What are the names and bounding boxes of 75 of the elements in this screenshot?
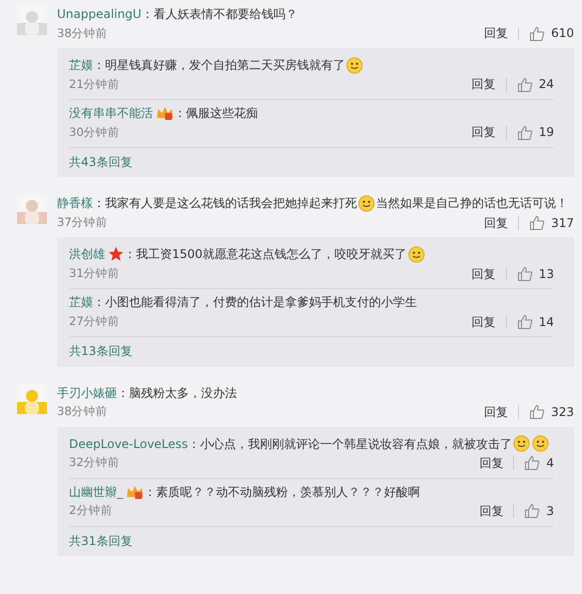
more-replies-link[interactable]: 共13条回复 <box>69 337 132 361</box>
thumbs-up-icon <box>529 214 546 231</box>
thumbs-up-icon <box>516 124 533 140</box>
reply-button[interactable]: 回复 <box>472 314 496 330</box>
like-button[interactable]: 24 <box>516 76 554 92</box>
thumbs-up-icon <box>516 266 533 282</box>
reply-button[interactable]: 回复 <box>479 504 504 518</box>
like-button[interactable]: 610 <box>529 26 574 42</box>
timestamp: 32分钟前 <box>69 456 120 470</box>
reply-button[interactable]: 回复 <box>484 26 508 41</box>
star-icon <box>108 246 124 262</box>
timestamp: 21分钟前 <box>69 78 120 92</box>
emoji-icon <box>408 246 425 263</box>
reply-button[interactable]: 回复 <box>472 77 496 92</box>
username-link[interactable]: DeepLove-LoveLess <box>69 436 188 451</box>
thumbs-up-icon <box>524 455 540 472</box>
username-link[interactable]: 没有串串不能活 <box>69 106 153 120</box>
colon-separator: ： <box>188 436 200 451</box>
username-link[interactable]: 芷嫫 <box>69 58 93 72</box>
reply-button[interactable]: 回复 <box>479 456 504 470</box>
thumbs-up-icon <box>516 314 533 330</box>
timestamp: 2分钟前 <box>69 504 112 518</box>
more-replies-link[interactable]: 共31条回复 <box>69 526 132 550</box>
reply-button[interactable]: 回复 <box>472 125 496 140</box>
comment-text: 我家有人要是这么花钱的话我会把她掉起来打死 <box>105 196 357 211</box>
username-link[interactable]: 手刃小婊砸 <box>57 386 117 400</box>
like-button[interactable]: 13 <box>516 266 554 282</box>
comment-text: 小心点，我刚刚就评论一个韩星说妆容有点娘，就被攻击了 <box>200 436 512 451</box>
comment-text: 我工资1500就愿意花这点钱怎么了，咬咬牙就买了 <box>136 247 407 262</box>
thumbs-up-icon <box>524 503 540 520</box>
emoji-icon <box>532 435 549 452</box>
like-button[interactable]: 3 <box>524 503 554 520</box>
username-link[interactable]: 洪创雄 <box>69 247 105 262</box>
comment-text: 佩服这些花痴 <box>186 106 258 120</box>
comment-text: 小图也能看得清了，付费的估计是拿爹妈手机支付的小学生 <box>105 295 417 310</box>
like-button[interactable]: 4 <box>524 455 554 472</box>
more-replies-link[interactable]: 共43条回复 <box>69 148 132 172</box>
reply-button[interactable]: 回复 <box>472 266 496 282</box>
comment-text: 看人妖表情不都要给钱吗？ <box>153 6 298 22</box>
username-link[interactable]: 山幽世辮_ <box>69 484 123 499</box>
emoji-icon <box>346 56 363 74</box>
colon-separator: ： <box>174 106 186 120</box>
timestamp: 38分钟前 <box>57 405 108 420</box>
username-link[interactable]: 静香樣 <box>57 196 93 211</box>
colon-separator: ： <box>93 295 105 310</box>
like-button[interactable]: 323 <box>529 404 574 420</box>
timestamp: 38分钟前 <box>57 26 108 40</box>
timestamp: 31分钟前 <box>69 266 120 281</box>
like-button[interactable]: 14 <box>516 314 554 330</box>
colon-separator: ： <box>117 386 129 400</box>
username-link[interactable]: 芷嫫 <box>69 295 93 310</box>
like-button[interactable]: 317 <box>529 214 574 231</box>
username-link[interactable]: UnappealingU <box>57 6 142 22</box>
comment-text: 明星钱真好赚，发个自拍第二天买房钱就有了 <box>105 58 345 72</box>
colon-separator: ： <box>93 196 105 211</box>
timestamp: 37分钟前 <box>57 216 108 230</box>
reply-button[interactable]: 回复 <box>484 405 508 420</box>
comment-text: 素质呢？？动不动脑残粉，羡慕别人？？？好酸啊 <box>156 484 420 499</box>
colon-separator: ： <box>124 247 136 262</box>
colon-separator: ： <box>144 484 156 499</box>
comment-text: 脑残粉太多，没办法 <box>129 386 237 400</box>
like-button[interactable]: 19 <box>516 124 554 140</box>
comment-text: 当然如果是自己挣的话也无话可说！ <box>376 196 568 211</box>
emoji-icon <box>512 435 530 452</box>
timestamp: 27分钟前 <box>69 314 120 329</box>
thumbs-up-icon <box>516 76 533 92</box>
crown-badge-icon <box>126 484 144 500</box>
reply-button[interactable]: 回复 <box>484 216 508 230</box>
thumbs-up-icon <box>529 404 546 420</box>
timestamp: 30分钟前 <box>69 126 120 140</box>
thumbs-up-icon <box>529 26 546 42</box>
crown-badge-icon <box>156 105 174 121</box>
colon-separator: ： <box>93 58 105 72</box>
colon-separator: ： <box>141 6 154 22</box>
emoji-icon <box>358 194 375 212</box>
